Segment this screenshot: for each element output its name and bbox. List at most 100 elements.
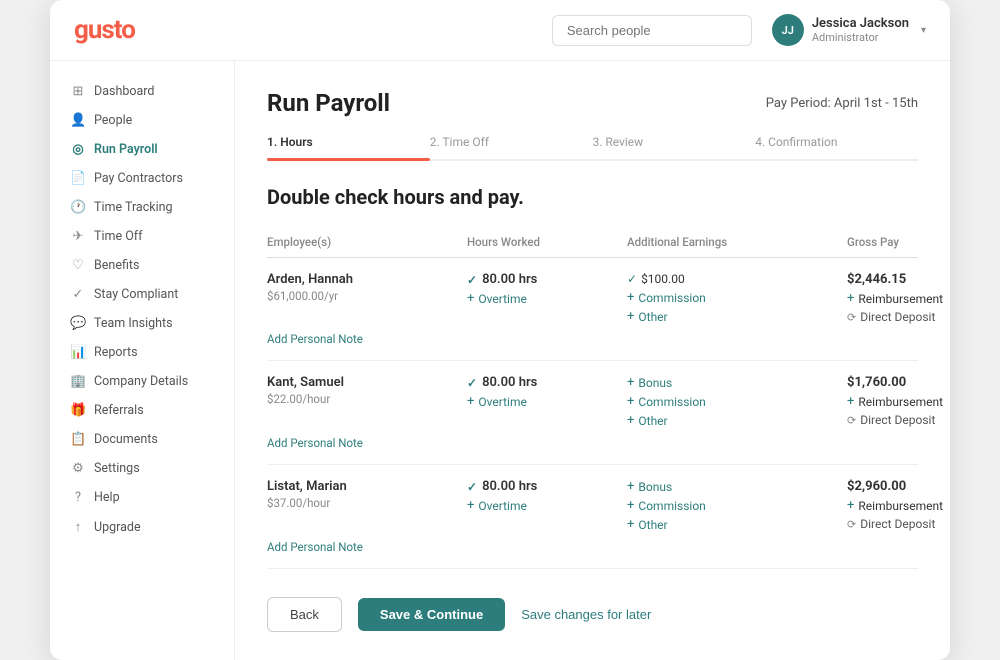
user-role: Administrator (812, 31, 909, 44)
employee-row: Listat, Marian $37.00/hour ✓ 80.00 hrs +… (267, 465, 918, 569)
sidebar-item-stay-compliant[interactable]: ✓ Stay Compliant (50, 280, 234, 309)
user-area: JJ Jessica Jackson Administrator ▾ (772, 14, 926, 46)
earnings-cell: + Bonus + Commission + Other (627, 479, 847, 532)
time-off-icon: ✈ (70, 229, 86, 244)
run-payroll-icon: ◎ (70, 142, 86, 157)
hours-value: ✓ 80.00 hrs (467, 375, 627, 390)
sidebar-item-time-off[interactable]: ✈ Time Off (50, 222, 234, 251)
sidebar-item-benefits[interactable]: ♡ Benefits (50, 251, 234, 280)
add-earning-btn[interactable]: + Other (627, 413, 847, 428)
add-earning-btn[interactable]: + Other (627, 309, 847, 324)
sidebar-item-settings[interactable]: ⚙ Settings (50, 454, 234, 483)
app-window: gusto JJ Jessica Jackson Administrator ▾… (50, 0, 950, 660)
direct-deposit-btn[interactable]: ⟳ Direct Deposit (847, 310, 950, 324)
plus-icon: + (627, 517, 634, 532)
add-overtime-btn[interactable]: + Overtime (467, 291, 627, 306)
upgrade-icon: ↑ (70, 519, 86, 535)
gross-cell: $2,960.00+ Reimbursement⟳ Direct Deposit (847, 479, 950, 531)
check-icon: ✓ (467, 273, 477, 287)
documents-icon: 📋 (70, 432, 86, 447)
sidebar-label-run-payroll: Run Payroll (94, 142, 158, 157)
step-2-time-off[interactable]: 2. Time Off (430, 135, 593, 159)
step-1-hours[interactable]: 1. Hours (267, 135, 430, 159)
pay-contractors-icon: 📄 (70, 171, 86, 186)
sidebar-item-company-details[interactable]: 🏢 Company Details (50, 367, 234, 396)
save-continue-button[interactable]: Save & Continue (358, 598, 505, 631)
employee-name: Listat, Marian (267, 479, 467, 494)
employee-rate: $37.00/hour (267, 496, 467, 510)
section-heading: Double check hours and pay. (267, 185, 918, 209)
add-earning-btn[interactable]: + Bonus (627, 375, 847, 390)
earnings-cell: + Bonus + Commission + Other (627, 375, 847, 428)
sidebar-item-help[interactable]: ? Help (50, 483, 234, 512)
plus-icon: + (467, 291, 474, 306)
reports-icon: 📊 (70, 345, 86, 360)
add-note-btn[interactable]: Add Personal Note (267, 436, 918, 450)
hours-value: ✓ 80.00 hrs (467, 272, 627, 287)
check-icon: ✓ (467, 480, 477, 494)
employee-info: Listat, Marian $37.00/hour (267, 479, 467, 510)
sidebar-item-time-tracking[interactable]: 🕐 Time Tracking (50, 193, 234, 222)
hours-cell: ✓ 80.00 hrs + Overtime (467, 272, 627, 306)
sidebar-label-benefits: Benefits (94, 258, 139, 273)
add-earning-btn[interactable]: + Bonus (627, 479, 847, 494)
add-reimbursement-btn[interactable]: + Reimbursement (847, 291, 950, 306)
sidebar-item-reports[interactable]: 📊 Reports (50, 338, 234, 367)
employee-info: Kant, Samuel $22.00/hour (267, 375, 467, 406)
add-reimbursement-btn[interactable]: + Reimbursement (847, 498, 950, 513)
add-overtime-btn[interactable]: + Overtime (467, 498, 627, 513)
hours-cell: ✓ 80.00 hrs + Overtime (467, 375, 627, 409)
add-earning-btn[interactable]: + Commission (627, 290, 847, 305)
step-3-review[interactable]: 3. Review (593, 135, 756, 159)
add-overtime-btn[interactable]: + Overtime (467, 394, 627, 409)
gross-cell: $1,760.00+ Reimbursement⟳ Direct Deposit (847, 375, 950, 427)
sidebar-label-stay-compliant: Stay Compliant (94, 287, 178, 302)
sidebar-item-team-insights[interactable]: 💬 Team Insights (50, 309, 234, 338)
add-earning-btn[interactable]: + Commission (627, 498, 847, 513)
sidebar-item-upgrade[interactable]: ↑ Upgrade (50, 512, 234, 542)
back-button[interactable]: Back (267, 597, 342, 632)
add-earning-btn[interactable]: + Other (627, 517, 847, 532)
employee-row: Arden, Hannah $61,000.00/yr ✓ 80.00 hrs … (267, 258, 918, 361)
team-insights-icon: 💬 (70, 316, 86, 331)
hours-value: ✓ 80.00 hrs (467, 479, 627, 494)
sidebar-item-pay-contractors[interactable]: 📄 Pay Contractors (50, 164, 234, 193)
hours-cell: ✓ 80.00 hrs + Overtime (467, 479, 627, 513)
topbar: gusto JJ Jessica Jackson Administrator ▾ (50, 0, 950, 61)
sidebar-label-time-tracking: Time Tracking (94, 200, 173, 215)
add-note-btn[interactable]: Add Personal Note (267, 332, 918, 346)
add-earning-btn[interactable]: + Commission (627, 394, 847, 409)
employee-rate: $61,000.00/yr (267, 289, 467, 303)
plus-icon: + (627, 394, 634, 409)
sidebar-label-time-off: Time Off (94, 229, 142, 244)
employee-info: Arden, Hannah $61,000.00/yr (267, 272, 467, 303)
employee-data: Arden, Hannah $61,000.00/yr ✓ 80.00 hrs … (267, 272, 918, 324)
direct-deposit-btn[interactable]: ⟳ Direct Deposit (847, 517, 950, 531)
sidebar-item-dashboard[interactable]: ⊞ Dashboard (50, 77, 234, 106)
main-layout: ⊞ Dashboard 👤 People ◎ Run Payroll 📄 Pay… (50, 61, 950, 660)
content-area: Run Payroll Pay Period: April 1st - 15th… (235, 61, 950, 660)
save-later-button[interactable]: Save changes for later (521, 607, 651, 622)
user-name: Jessica Jackson (812, 16, 909, 32)
sidebar-item-documents[interactable]: 📋 Documents (50, 425, 234, 454)
sidebar-label-help: Help (94, 490, 120, 505)
step-4-confirmation[interactable]: 4. Confirmation (755, 135, 918, 159)
user-info: Jessica Jackson Administrator (812, 16, 909, 45)
gross-amount: $2,446.15 (847, 272, 950, 287)
sidebar-label-settings: Settings (94, 461, 140, 476)
help-icon: ? (70, 490, 86, 505)
add-reimbursement-btn[interactable]: + Reimbursement (847, 394, 950, 409)
earnings-cell: ✓ $100.00+ Commission+ Other (627, 272, 847, 324)
direct-deposit-btn[interactable]: ⟳ Direct Deposit (847, 413, 950, 427)
time-tracking-icon: 🕐 (70, 200, 86, 215)
chevron-down-icon[interactable]: ▾ (921, 25, 926, 36)
sidebar-item-run-payroll[interactable]: ◎ Run Payroll (50, 135, 234, 164)
sidebar-item-referrals[interactable]: 🎁 Referrals (50, 396, 234, 425)
recycle-icon: ⟳ (847, 311, 856, 324)
plus-icon: + (847, 498, 854, 513)
sidebar-item-people[interactable]: 👤 People (50, 106, 234, 135)
add-note-btn[interactable]: Add Personal Note (267, 540, 918, 554)
plus-icon: + (467, 498, 474, 513)
recycle-icon: ⟳ (847, 414, 856, 427)
search-input[interactable] (552, 15, 752, 46)
